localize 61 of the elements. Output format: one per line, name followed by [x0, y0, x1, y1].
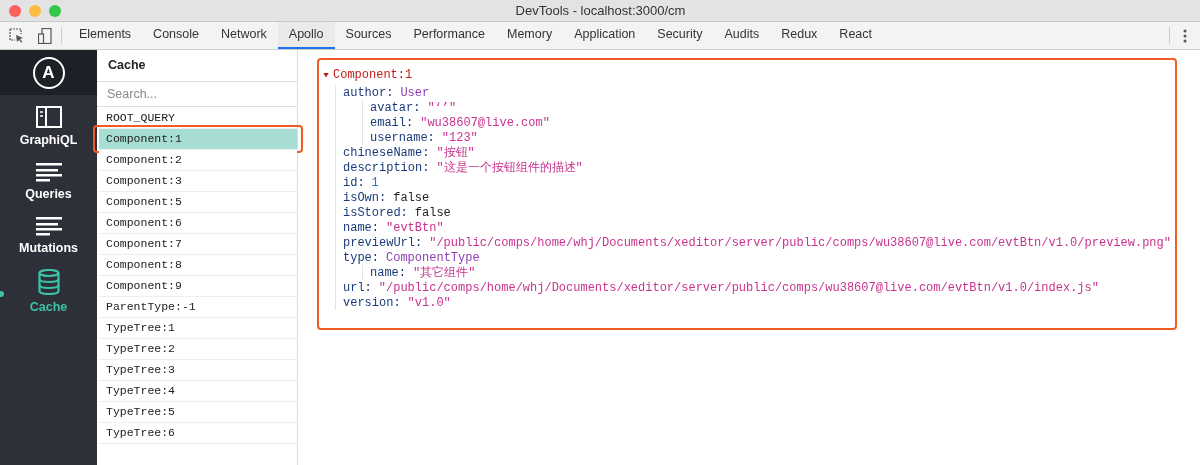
inspect-icon[interactable] — [9, 28, 24, 43]
panel-tab[interactable]: Sources — [334, 22, 403, 49]
sidebar-nav-item[interactable]: Mutations — [19, 215, 78, 258]
property-value: "‘’" — [427, 100, 457, 115]
panel-tab[interactable]: Network — [210, 22, 278, 49]
property-key: avatar: — [370, 100, 421, 115]
panel-tab[interactable]: Elements — [68, 22, 143, 49]
panel-layout-icon — [35, 106, 62, 128]
property-key: previewUrl: — [343, 235, 423, 250]
search-field[interactable]: Search... — [97, 82, 297, 107]
property-value: "这是一个按钮组件的描述" — [436, 160, 583, 175]
property-key: name: — [343, 220, 379, 235]
property-value: "/public/comps/home/whj/Documents/xeditor/server/public/comps/wu38607@live.com/evtBtn/v1.0/preview.png" — [429, 235, 1171, 250]
property-key: author: — [343, 85, 394, 100]
apollo-logo: A — [32, 56, 65, 89]
property-value: User — [400, 85, 430, 100]
panel-tab[interactable]: React — [828, 22, 883, 49]
sidebar-nav-item[interactable]: Cache — [29, 269, 68, 317]
panel-tab[interactable]: Apollo — [277, 22, 335, 49]
panel-tab[interactable]: Redux — [770, 22, 829, 49]
lines-icon — [35, 161, 62, 182]
property-key: name: — [370, 265, 406, 280]
property-value: "evtBtn" — [386, 220, 444, 235]
property-key: id: — [343, 175, 365, 190]
panel-tab[interactable]: Audits — [713, 22, 771, 49]
object-key[interactable]: Component:1 — [333, 67, 413, 83]
device-icon[interactable] — [38, 27, 52, 44]
property-value: "其它组件" — [413, 265, 476, 280]
property-value: false — [393, 190, 430, 205]
database-icon — [37, 269, 60, 296]
property-key: isStored: — [343, 205, 408, 220]
property-key: url: — [343, 280, 372, 295]
active-indicator — [0, 291, 4, 298]
sidebar-nav-item[interactable]: Queries — [25, 161, 72, 204]
panel-tab[interactable]: Application — [563, 22, 647, 49]
sidebar-nav-item[interactable]: GraphiQL — [19, 106, 78, 150]
property-value: "v1.0" — [407, 295, 451, 310]
property-key: description: — [343, 160, 430, 175]
cache-list-item[interactable]: Component:1 — [99, 129, 297, 150]
window-title: DevTools - localhost:3000/cm — [515, 1, 686, 20]
property-value: "123" — [441, 130, 478, 145]
property-key: email: — [370, 115, 414, 130]
property-value: 1 — [371, 175, 379, 190]
property-key: isOwn: — [343, 190, 387, 205]
property-value: ComponentType — [386, 250, 480, 265]
panel-title: Cache — [97, 50, 297, 82]
panel-tab[interactable]: Security — [646, 22, 714, 49]
property-value: "/public/comps/home/whj/Documents/xeditor/server/public/comps/wu38607@live.com/evtBtn/v1.0/index.js" — [378, 280, 1099, 295]
property-key: type: — [343, 250, 379, 265]
property-value: "wu38607@live.com" — [420, 115, 550, 130]
panel-tab[interactable]: Console — [142, 22, 210, 49]
panel-tab[interactable]: Performance — [402, 22, 496, 49]
property-key: username: — [370, 130, 435, 145]
property-value: false — [414, 205, 451, 220]
property-key: version: — [343, 295, 401, 310]
lines-icon — [35, 215, 62, 236]
panel-tab[interactable]: Memory — [496, 22, 564, 49]
property-key: chineseName: — [343, 145, 430, 160]
property-value: "按钮" — [436, 145, 475, 160]
cache-list-item[interactable]: Component:2 — [99, 150, 297, 171]
more-options-icon[interactable] — [1183, 28, 1187, 43]
